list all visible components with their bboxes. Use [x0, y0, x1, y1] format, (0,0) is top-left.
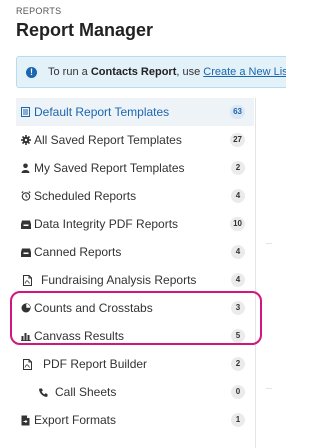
content-panel-edge: [255, 98, 272, 448]
document-icon: [22, 274, 33, 286]
count-badge: 2: [231, 161, 245, 175]
list-icon: [20, 106, 31, 118]
count-badge: 1: [231, 413, 245, 427]
menu-item-canned-reports[interactable]: Canned Reports 4: [16, 238, 254, 266]
menu-item-label: PDF Report Builder: [43, 357, 148, 371]
menu-item-label: Scheduled Reports: [34, 189, 137, 203]
person-icon: [20, 162, 31, 174]
menu-item-label: Canvass Results: [34, 329, 125, 343]
inbox-icon: [20, 246, 31, 258]
alarm-clock-icon: [20, 190, 31, 202]
menu-item-all-saved-report-templates[interactable]: All Saved Report Templates 27: [16, 126, 254, 154]
count-badge: 4: [231, 245, 245, 259]
pie-chart-icon: [20, 302, 31, 314]
banner-bold-text: Contacts Report: [90, 66, 177, 78]
menu-item-label: Data Integrity PDF Reports: [34, 217, 179, 231]
menu-item-canvass-results[interactable]: Canvass Results 5: [16, 322, 254, 350]
inbox-icon: [20, 218, 31, 230]
count-badge: 27: [230, 133, 245, 147]
count-badge: 0: [231, 385, 245, 399]
menu-item-default-report-templates[interactable]: Default Report Templates 63: [16, 98, 254, 126]
menu-item-label: Canned Reports: [34, 245, 122, 259]
menu-item-fundraising-analysis-reports[interactable]: Fundraising Analysis Reports 4: [16, 266, 254, 294]
page-title: Report Manager: [16, 20, 154, 40]
gear-icon: [20, 134, 31, 146]
count-badge: 4: [231, 189, 245, 203]
menu-item-label: Counts and Crosstabs: [34, 301, 153, 315]
count-badge: 10: [230, 217, 245, 231]
info-icon: !: [26, 66, 37, 78]
breadcrumb[interactable]: REPORTS: [16, 6, 61, 16]
menu-item-label: Export Formats: [34, 413, 117, 427]
report-category-menu: Default Report Templates 63 All Saved Re…: [16, 98, 254, 434]
count-badge: 4: [231, 273, 245, 287]
menu-item-counts-and-crosstabs[interactable]: Counts and Crosstabs 3: [16, 294, 254, 322]
bar-chart-icon: [20, 330, 31, 342]
menu-item-label: All Saved Report Templates: [34, 133, 182, 147]
count-badge: 3: [231, 301, 245, 315]
menu-item-label: My Saved Report Templates: [34, 161, 185, 175]
menu-item-data-integrity-pdf-reports[interactable]: Data Integrity PDF Reports 10: [16, 210, 254, 238]
menu-item-pdf-report-builder[interactable]: PDF Report Builder 2: [16, 350, 254, 378]
menu-item-export-formats[interactable]: Export Formats 1: [16, 406, 254, 434]
menu-item-my-saved-report-templates[interactable]: My Saved Report Templates 2: [16, 154, 254, 182]
menu-item-call-sheets[interactable]: Call Sheets 0: [16, 378, 254, 406]
info-banner: ! To run a Contacts Report, use Create a…: [16, 56, 286, 88]
document-icon: [22, 358, 33, 370]
menu-item-label: Call Sheets: [55, 385, 117, 399]
count-badge: 63: [230, 105, 245, 119]
banner-text: To run a Contacts Report, use Create a N…: [48, 66, 286, 78]
menu-item-scheduled-reports[interactable]: Scheduled Reports 4: [16, 182, 254, 210]
menu-item-label: Default Report Templates: [34, 105, 170, 119]
create-new-list-link[interactable]: Create a New List: [203, 66, 286, 78]
count-badge: 2: [231, 357, 245, 371]
menu-item-label: Fundraising Analysis Reports: [41, 273, 197, 287]
phone-icon: [38, 386, 49, 398]
count-badge: 5: [231, 329, 245, 343]
export-file-icon: [20, 414, 31, 426]
